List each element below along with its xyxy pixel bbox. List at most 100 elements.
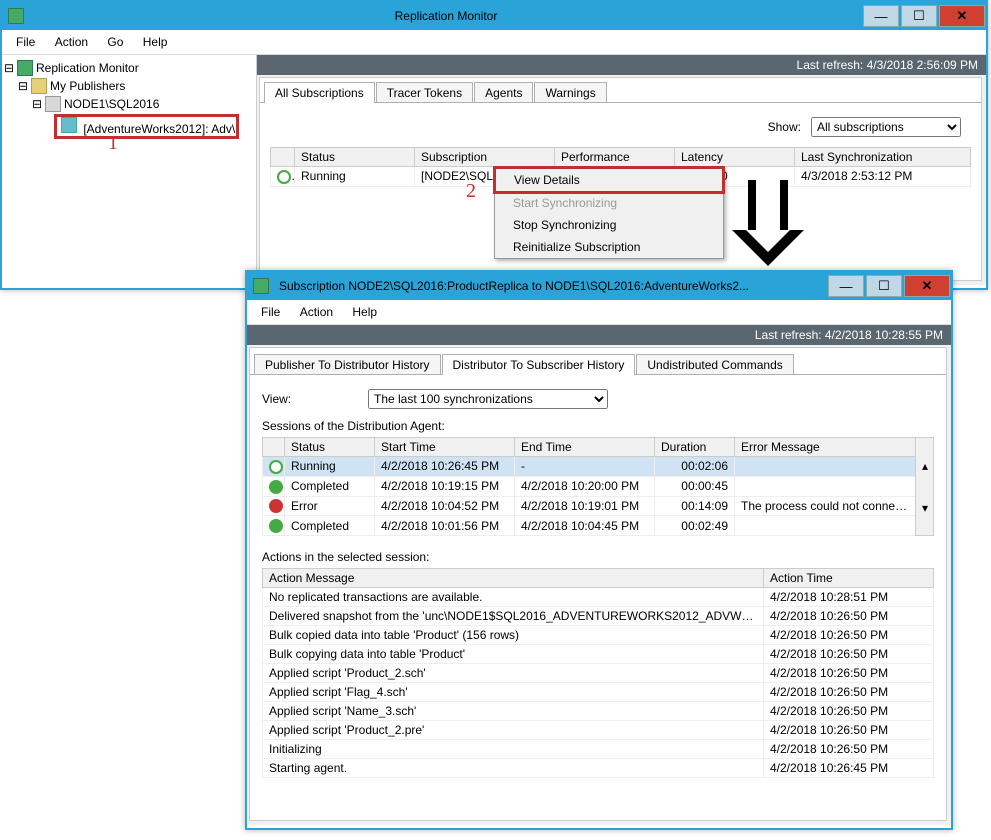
minimize-button[interactable]: —	[863, 5, 899, 27]
col-action-time[interactable]: Action Time	[764, 569, 934, 588]
app-icon	[253, 278, 269, 294]
tree-root[interactable]: ⊟ Replication Monitor	[4, 59, 254, 77]
session-row[interactable]: Completed 4/2/2018 10:01:56 PM 4/2/2018 …	[263, 516, 934, 536]
show-select[interactable]: All subscriptions	[811, 117, 961, 137]
close-button[interactable]: ✕	[904, 275, 950, 297]
col-subscription[interactable]: Subscription	[415, 148, 555, 167]
col-action-msg[interactable]: Action Message	[263, 569, 764, 588]
last-refresh-text: Last refresh: 4/3/2018 2:56:09 PM	[797, 58, 978, 72]
action-row[interactable]: Bulk copying data into table 'Product'4/…	[263, 645, 934, 664]
view-label: View:	[262, 392, 362, 406]
tab-undist-cmds[interactable]: Undistributed Commands	[636, 354, 793, 375]
actions-label: Actions in the selected session:	[262, 550, 934, 564]
actions-grid: Action Message Action Time No replicated…	[262, 568, 934, 778]
col-performance[interactable]: Performance	[555, 148, 675, 167]
col-status[interactable]: Status	[285, 438, 375, 457]
action-row[interactable]: Starting agent.4/2/2018 10:26:45 PM	[263, 759, 934, 778]
status-error-icon	[269, 499, 283, 513]
arrow-down-icon	[748, 180, 804, 266]
menu-help[interactable]: Help	[344, 303, 385, 321]
tree-publication-label: [AdventureWorks2012]: Adv\	[83, 122, 235, 136]
action-row[interactable]: No replicated transactions are available…	[263, 588, 934, 607]
action-row[interactable]: Applied script 'Flag_4.sch'4/2/2018 10:2…	[263, 683, 934, 702]
window-controls: — ☐ ✕	[827, 273, 951, 299]
action-row[interactable]: Applied script 'Name_3.sch'4/2/2018 10:2…	[263, 702, 934, 721]
last-refresh-text: Last refresh: 4/2/2018 10:28:55 PM	[755, 328, 943, 342]
last-refresh-bar: Last refresh: 4/2/2018 10:28:55 PM	[247, 325, 951, 345]
session-row[interactable]: Completed 4/2/2018 10:19:15 PM 4/2/2018 …	[263, 476, 934, 496]
close-button[interactable]: ✕	[939, 5, 985, 27]
highlight-box-1: [AdventureWorks2012]: Adv\	[54, 114, 239, 139]
window-title: Replication Monitor	[30, 9, 862, 23]
session-row[interactable]: Error 4/2/2018 10:04:52 PM 4/2/2018 10:1…	[263, 496, 934, 516]
minimize-button[interactable]: —	[828, 275, 864, 297]
window-controls: — ☐ ✕	[862, 3, 986, 29]
menu-action[interactable]: Action	[292, 303, 341, 321]
col-duration[interactable]: Duration	[655, 438, 735, 457]
window-title: Subscription NODE2\SQL2016:ProductReplic…	[275, 279, 827, 293]
col-latency[interactable]: Latency	[675, 148, 795, 167]
sessions-grid: Status Start Time End Time Duration Erro…	[262, 437, 934, 536]
server-icon	[45, 96, 61, 112]
tab-all-subscriptions[interactable]: All Subscriptions	[264, 82, 375, 103]
tree-server[interactable]: ⊟ NODE1\SQL2016	[4, 95, 254, 113]
tab-strip: Publisher To Distributor History Distrib…	[250, 354, 946, 375]
tab-strip: All Subscriptions Tracer Tokens Agents W…	[260, 82, 981, 103]
tab-tracer-tokens[interactable]: Tracer Tokens	[376, 82, 473, 103]
tree-publication[interactable]: [AdventureWorks2012]: Adv\	[4, 113, 254, 140]
action-row[interactable]: Applied script 'Product_2.pre'4/2/2018 1…	[263, 721, 934, 740]
col-error[interactable]: Error Message	[735, 438, 916, 457]
collapse-icon[interactable]: ⊟	[4, 61, 14, 75]
ctx-view-details[interactable]: View Details	[496, 169, 722, 191]
tab-pub-to-dist[interactable]: Publisher To Distributor History	[254, 354, 441, 375]
session-row[interactable]: Running 4/2/2018 10:26:45 PM - 00:02:06	[263, 457, 934, 477]
collapse-icon[interactable]: ⊟	[18, 79, 28, 93]
tree-server-label: NODE1\SQL2016	[64, 97, 159, 111]
collapse-icon[interactable]: ⊟	[32, 97, 42, 111]
menu-go[interactable]: Go	[99, 33, 131, 51]
col-start[interactable]: Start Time	[375, 438, 515, 457]
tab-agents[interactable]: Agents	[474, 82, 533, 103]
menu-file[interactable]: File	[8, 33, 43, 51]
titlebar[interactable]: Subscription NODE2\SQL2016:ProductReplic…	[247, 272, 951, 300]
ctx-reinitialize[interactable]: Reinitialize Subscription	[495, 236, 723, 258]
menubar: File Action Go Help	[2, 30, 986, 55]
grid-header-row: Action Message Action Time	[263, 569, 934, 588]
maximize-button[interactable]: ☐	[866, 275, 902, 297]
tree-pane: ⊟ Replication Monitor ⊟ My Publishers ⊟ …	[2, 55, 257, 285]
status-running-icon	[277, 170, 291, 184]
action-row[interactable]: Initializing4/2/2018 10:26:50 PM	[263, 740, 934, 759]
scrollbar[interactable]: ▴▾	[916, 438, 934, 536]
tab-warnings[interactable]: Warnings	[534, 82, 606, 103]
status-running-icon	[269, 460, 283, 474]
tree-publishers[interactable]: ⊟ My Publishers	[4, 77, 254, 95]
main-pane: Last refresh: 4/3/2018 2:56:09 PM All Su…	[257, 55, 986, 285]
col-status[interactable]: Status	[295, 148, 415, 167]
context-menu: View Details Start Synchronizing Stop Sy…	[494, 167, 724, 259]
action-row[interactable]: Delivered snapshot from the 'unc\NODE1$S…	[263, 607, 934, 626]
sessions-label: Sessions of the Distribution Agent:	[262, 419, 934, 433]
titlebar[interactable]: Replication Monitor — ☐ ✕	[2, 2, 986, 30]
highlight-box-2: View Details	[493, 166, 725, 194]
action-row[interactable]: Applied script 'Product_2.sch'4/2/2018 1…	[263, 664, 934, 683]
tree-publishers-label: My Publishers	[50, 79, 125, 93]
folder-icon	[31, 78, 47, 94]
status-ok-icon	[269, 519, 283, 533]
menu-file[interactable]: File	[253, 303, 288, 321]
menu-action[interactable]: Action	[47, 33, 96, 51]
maximize-button[interactable]: ☐	[901, 5, 937, 27]
view-select[interactable]: The last 100 synchronizations	[368, 389, 608, 409]
cell-last-sync: 4/3/2018 2:53:12 PM	[795, 167, 971, 187]
col-end[interactable]: End Time	[515, 438, 655, 457]
app-icon	[8, 8, 24, 24]
tab-dist-to-sub[interactable]: Distributor To Subscriber History	[442, 354, 636, 375]
col-last-sync[interactable]: Last Synchronization	[795, 148, 971, 167]
menubar: File Action Help	[247, 300, 951, 325]
col-icon[interactable]	[271, 148, 295, 167]
show-label: Show:	[768, 120, 801, 134]
action-row[interactable]: Bulk copied data into table 'Product' (1…	[263, 626, 934, 645]
ctx-stop-sync[interactable]: Stop Synchronizing	[495, 214, 723, 236]
menu-help[interactable]: Help	[135, 33, 176, 51]
last-refresh-bar: Last refresh: 4/3/2018 2:56:09 PM	[257, 55, 986, 75]
grid-header-row: Status Start Time End Time Duration Erro…	[263, 438, 934, 457]
